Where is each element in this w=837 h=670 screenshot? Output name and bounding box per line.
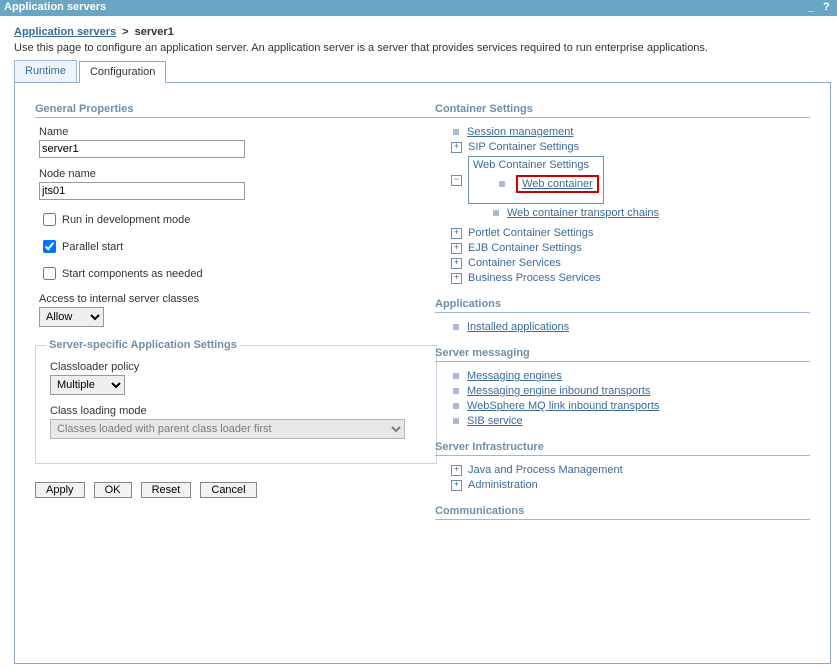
bullet-icon <box>493 210 499 216</box>
access-label: Access to internal server classes <box>39 293 435 305</box>
tab-runtime[interactable]: Runtime <box>14 60 77 82</box>
bullet-icon <box>453 418 459 424</box>
bullet-icon <box>453 129 459 135</box>
bullet-icon <box>453 324 459 330</box>
loading-mode-label: Class loading mode <box>50 405 426 417</box>
server-specific-fieldset: Server-specific Application Settings Cla… <box>35 339 437 464</box>
plus-icon[interactable]: + <box>451 480 462 491</box>
ok-button[interactable]: OK <box>94 482 132 498</box>
sip-container-item[interactable]: SIP Container Settings <box>468 141 579 153</box>
apply-button[interactable]: Apply <box>35 482 85 498</box>
breadcrumb-current: server1 <box>135 26 174 38</box>
plus-icon[interactable]: + <box>451 273 462 284</box>
installed-apps-link[interactable]: Installed applications <box>467 321 569 333</box>
server-messaging-header: Server messaging <box>435 347 810 362</box>
start-components-label: Start components as needed <box>62 268 203 280</box>
web-container-settings-group: Web Container Settings Web container <box>468 156 604 204</box>
plus-icon[interactable]: + <box>451 243 462 254</box>
server-infra-header: Server Infrastructure <box>435 441 810 456</box>
right-column: Container Settings Session management + S… <box>435 103 810 534</box>
button-row: Apply OK Reset Cancel <box>35 482 435 498</box>
portlet-container-item[interactable]: Portlet Container Settings <box>468 227 593 239</box>
page-description: Use this page to configure an applicatio… <box>14 42 831 54</box>
access-select[interactable]: Allow <box>39 307 104 327</box>
name-label: Name <box>39 126 435 138</box>
messaging-engines-link[interactable]: Messaging engines <box>467 370 562 382</box>
dev-mode-checkbox[interactable] <box>43 213 56 226</box>
business-process-item[interactable]: Business Process Services <box>468 272 601 284</box>
plus-icon[interactable]: + <box>451 465 462 476</box>
classloader-label: Classloader policy <box>50 361 426 373</box>
sib-service-link[interactable]: SIB service <box>467 415 523 427</box>
tabs: Runtime Configuration <box>14 60 831 82</box>
breadcrumb-root[interactable]: Application servers <box>14 26 116 38</box>
title-bar: Application servers _ ? <box>0 0 837 16</box>
plus-icon[interactable]: + <box>451 142 462 153</box>
tab-body: General Properties Name Node name Run in… <box>14 82 831 664</box>
server-specific-legend: Server-specific Application Settings <box>46 339 240 351</box>
breadcrumb: Application servers > server1 <box>14 26 831 38</box>
parallel-start-checkbox[interactable] <box>43 240 56 253</box>
ejb-container-item[interactable]: EJB Container Settings <box>468 242 582 254</box>
mq-link[interactable]: WebSphere MQ link inbound transports <box>467 400 659 412</box>
web-container-settings-item[interactable]: Web Container Settings <box>473 159 589 171</box>
bullet-icon <box>453 388 459 394</box>
java-process-item[interactable]: Java and Process Management <box>468 464 623 476</box>
classloader-select[interactable]: Multiple <box>50 375 125 395</box>
window-icons: _ ? <box>806 0 833 16</box>
container-services-item[interactable]: Container Services <box>468 257 561 269</box>
bullet-icon <box>453 373 459 379</box>
parallel-start-label: Parallel start <box>62 241 123 253</box>
web-container-highlight: Web container <box>516 175 599 193</box>
left-column: General Properties Name Node name Run in… <box>35 103 435 534</box>
communications-header: Communications <box>435 505 810 520</box>
messaging-inbound-link[interactable]: Messaging engine inbound transports <box>467 385 650 397</box>
web-container-link[interactable]: Web container <box>522 178 593 190</box>
breadcrumb-sep: > <box>119 26 131 38</box>
plus-icon[interactable]: + <box>451 228 462 239</box>
bullet-icon <box>499 181 505 187</box>
start-components-checkbox[interactable] <box>43 267 56 280</box>
loading-mode-select: Classes loaded with parent class loader … <box>50 419 405 439</box>
session-management-link[interactable]: Session management <box>467 126 573 138</box>
cancel-button[interactable]: Cancel <box>200 482 256 498</box>
reset-button[interactable]: Reset <box>141 482 192 498</box>
node-name-input[interactable] <box>39 182 245 200</box>
tab-configuration[interactable]: Configuration <box>79 61 166 83</box>
container-settings-header: Container Settings <box>435 103 810 118</box>
node-name-label: Node name <box>39 168 435 180</box>
plus-icon[interactable]: + <box>451 258 462 269</box>
applications-header: Applications <box>435 298 810 313</box>
bullet-icon <box>453 403 459 409</box>
help-icon[interactable]: ? <box>823 0 833 10</box>
name-input[interactable] <box>39 140 245 158</box>
dev-mode-label: Run in development mode <box>62 214 190 226</box>
minimize-icon[interactable]: _ <box>808 0 818 10</box>
window-title: Application servers <box>4 0 106 16</box>
general-properties-header: General Properties <box>35 103 435 118</box>
web-transport-link[interactable]: Web container transport chains <box>507 207 659 219</box>
minus-icon[interactable]: − <box>451 175 462 186</box>
administration-item[interactable]: Administration <box>468 479 538 491</box>
